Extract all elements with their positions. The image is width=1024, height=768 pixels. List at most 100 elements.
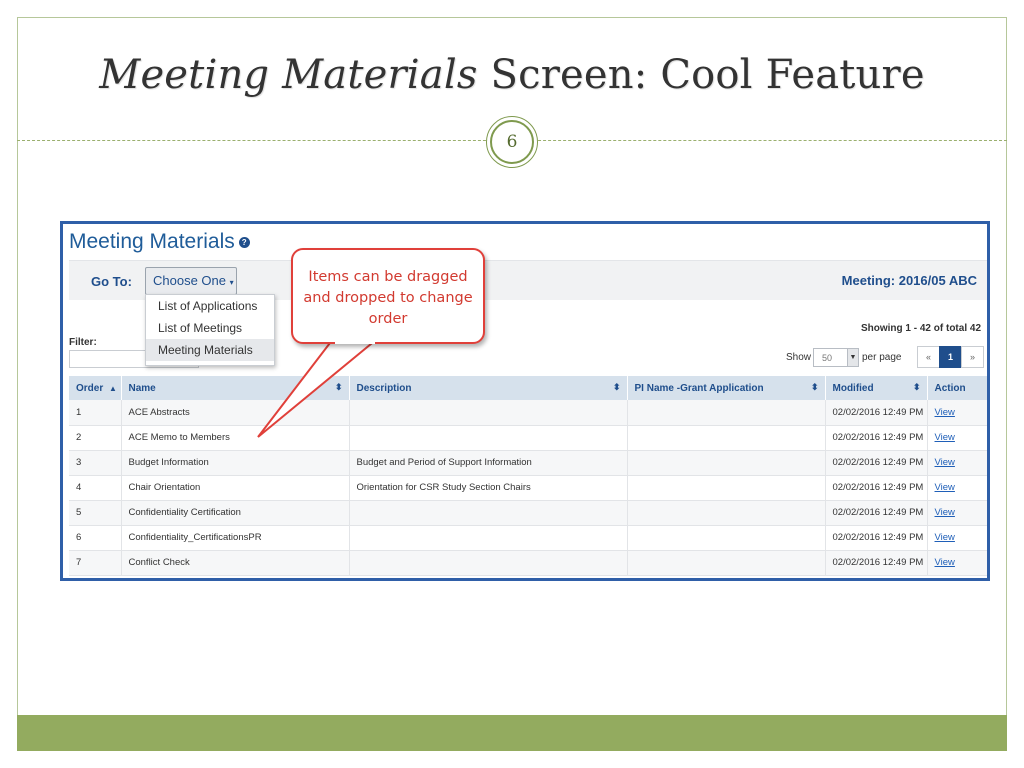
cell-order: 2 bbox=[69, 425, 122, 451]
cell-pi-name bbox=[627, 475, 826, 501]
menu-item-list-of-applications[interactable]: List of Applications bbox=[146, 295, 274, 317]
cell-name: Budget Information bbox=[121, 450, 350, 476]
cell-description bbox=[349, 500, 628, 526]
cell-pi-name bbox=[627, 425, 826, 451]
page-number-badge: 6 bbox=[486, 116, 538, 168]
cell-order: 7 bbox=[69, 550, 122, 576]
cell-modified: 02/02/2016 12:49 PM bbox=[825, 450, 928, 476]
cell-order: 1 bbox=[69, 400, 122, 426]
cell-description bbox=[349, 525, 628, 551]
meeting-materials-screenshot: Meeting Materials? Go To: Choose One ▾ M… bbox=[60, 221, 990, 581]
materials-table: Order ▲ Name ⬍ Description ⬍ PI Name -Gran… bbox=[69, 376, 987, 576]
filter-label: Filter: bbox=[69, 337, 97, 348]
view-link[interactable]: View bbox=[935, 432, 955, 443]
cell-pi-name bbox=[627, 500, 826, 526]
caret-down-icon: ▾ bbox=[229, 278, 234, 287]
view-link[interactable]: View bbox=[935, 482, 955, 493]
slide-title-rest: Screen: Cool Feature bbox=[477, 52, 925, 98]
cell-modified: 02/02/2016 12:49 PM bbox=[825, 475, 928, 501]
goto-dropdown-menu: List of Applications List of Meetings Me… bbox=[145, 294, 275, 366]
cell-order: 6 bbox=[69, 525, 122, 551]
showing-count: Showing 1 - 42 of total 42 bbox=[860, 323, 981, 334]
cell-name: ACE Memo to Members bbox=[121, 425, 350, 451]
sort-icon: ⬍ bbox=[612, 382, 621, 392]
meeting-label: Meeting: 2016/05 ABC bbox=[841, 273, 977, 288]
table-row[interactable]: 7 Conflict Check 02/02/2016 12:49 PM Vie… bbox=[69, 550, 987, 576]
cell-description: Budget and Period of Support Information bbox=[349, 450, 628, 476]
per-page-value: 50 bbox=[822, 353, 833, 363]
view-link[interactable]: View bbox=[935, 407, 955, 418]
cell-name: Conflict Check bbox=[121, 550, 350, 576]
cell-modified: 02/02/2016 12:49 PM bbox=[825, 525, 928, 551]
table-row[interactable]: 2 ACE Memo to Members 02/02/2016 12:49 P… bbox=[69, 425, 987, 451]
cell-pi-name bbox=[627, 525, 826, 551]
column-header-pi-name[interactable]: PI Name -Grant Application ⬍ bbox=[627, 376, 826, 400]
sort-icon: ⬍ bbox=[810, 382, 819, 392]
cell-order: 4 bbox=[69, 475, 122, 501]
slide-title: Meeting Materials Screen: Cool Feature bbox=[0, 52, 1024, 98]
cell-action: View bbox=[927, 450, 987, 476]
column-header-description[interactable]: Description ⬍ bbox=[349, 376, 628, 400]
cell-modified: 02/02/2016 12:49 PM bbox=[825, 400, 928, 426]
per-page-label: per page bbox=[862, 352, 902, 363]
pagination-next[interactable]: » bbox=[961, 346, 984, 368]
table-row[interactable]: 6 Confidentiality_CertificationsPR 02/02… bbox=[69, 525, 987, 551]
cell-name: Confidentiality Certification bbox=[121, 500, 350, 526]
view-link[interactable]: View bbox=[935, 507, 955, 518]
goto-dropdown-label: Choose One bbox=[153, 273, 226, 288]
cell-order: 3 bbox=[69, 450, 122, 476]
cell-action: View bbox=[927, 400, 987, 426]
column-header-order[interactable]: Order ▲ bbox=[69, 376, 122, 400]
column-header-modified[interactable]: Modified ⬍ bbox=[825, 376, 928, 400]
column-header-action: Action bbox=[927, 376, 987, 400]
callout-line: order bbox=[368, 311, 408, 327]
table-row[interactable]: 4 Chair Orientation Orientation for CSR … bbox=[69, 475, 987, 501]
column-header-label: Order bbox=[76, 382, 104, 394]
cell-pi-name bbox=[627, 450, 826, 476]
cell-modified: 02/02/2016 12:49 PM bbox=[825, 425, 928, 451]
sort-icon: ⬍ bbox=[334, 382, 343, 392]
per-page-select[interactable]: 50 ▼ bbox=[813, 348, 859, 367]
cell-description: Orientation for CSR Study Section Chairs bbox=[349, 475, 628, 501]
cell-modified: 02/02/2016 12:49 PM bbox=[825, 500, 928, 526]
sort-icon: ⬍ bbox=[912, 382, 921, 392]
cell-action: View bbox=[927, 500, 987, 526]
view-link[interactable]: View bbox=[935, 457, 955, 468]
menu-item-meeting-materials[interactable]: Meeting Materials bbox=[146, 339, 274, 361]
cell-pi-name bbox=[627, 550, 826, 576]
cell-description bbox=[349, 550, 628, 576]
table-row[interactable]: 1 ACE Abstracts 02/02/2016 12:49 PM View bbox=[69, 400, 987, 426]
question-circle-icon[interactable]: ? bbox=[238, 236, 250, 248]
cell-name: Chair Orientation bbox=[121, 475, 350, 501]
pagination-page-1[interactable]: 1 bbox=[939, 346, 962, 368]
view-link[interactable]: View bbox=[935, 532, 955, 543]
menu-item-list-of-meetings[interactable]: List of Meetings bbox=[146, 317, 274, 339]
goto-label: Go To: bbox=[91, 274, 132, 289]
show-label: Show bbox=[786, 352, 812, 363]
pagination-prev[interactable]: « bbox=[917, 346, 940, 368]
cell-name: ACE Abstracts bbox=[121, 400, 350, 426]
cell-pi-name bbox=[627, 400, 826, 426]
cell-name: Confidentiality_CertificationsPR bbox=[121, 525, 350, 551]
sort-asc-icon: ▲ bbox=[109, 383, 117, 393]
callout-text: Items can be dragged and dropped to chan… bbox=[293, 267, 483, 330]
table-row[interactable]: 3 Budget Information Budget and Period o… bbox=[69, 450, 987, 476]
column-header-label: Name bbox=[128, 382, 156, 394]
cell-description bbox=[349, 425, 628, 451]
view-link[interactable]: View bbox=[935, 557, 955, 568]
column-header-name[interactable]: Name ⬍ bbox=[121, 376, 350, 400]
table-row[interactable]: 5 Confidentiality Certification 02/02/20… bbox=[69, 500, 987, 526]
column-header-label: PI Name -Grant Application bbox=[634, 382, 764, 394]
cell-modified: 02/02/2016 12:49 PM bbox=[825, 550, 928, 576]
pagination: « 1 » bbox=[917, 346, 984, 368]
cell-action: View bbox=[927, 525, 987, 551]
column-header-label: Description bbox=[356, 382, 412, 394]
caret-down-icon: ▼ bbox=[847, 349, 858, 366]
cell-order: 5 bbox=[69, 500, 122, 526]
callout-line: and dropped to change bbox=[303, 290, 473, 306]
page-title: Meeting Materials? bbox=[69, 230, 250, 254]
slide-title-emphasis: Meeting Materials bbox=[99, 52, 478, 98]
cell-action: View bbox=[927, 550, 987, 576]
drag-drop-callout: Items can be dragged and dropped to chan… bbox=[291, 248, 485, 344]
goto-dropdown-button[interactable]: Choose One ▾ bbox=[145, 267, 237, 295]
